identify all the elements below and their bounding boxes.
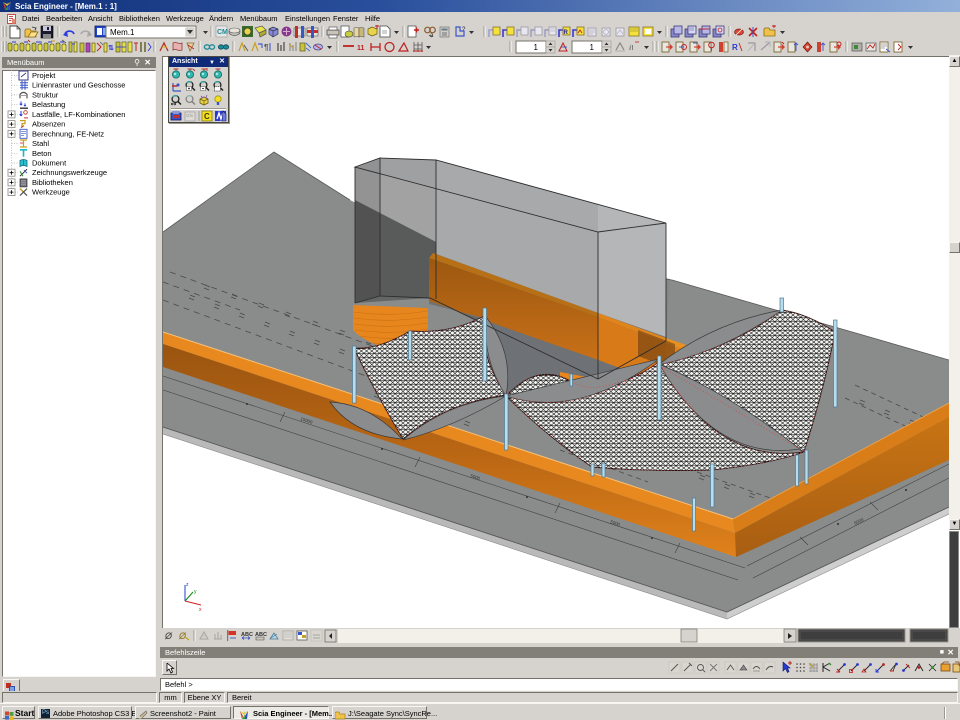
svg-text:Beton: Beton (32, 149, 52, 158)
svg-text:Linienraster und Geschosse: Linienraster und Geschosse (32, 81, 125, 90)
svg-text:ⅈⅠ: ⅈⅠ (629, 44, 634, 52)
svg-text:Stahl: Stahl (32, 139, 49, 148)
svg-text:Bibliotheken: Bibliotheken (32, 178, 73, 187)
svg-text:y: y (194, 589, 197, 595)
svg-text:Projekt: Projekt (32, 71, 56, 80)
svg-text:Belastung: Belastung (32, 100, 65, 109)
svg-text:Werkzeuge: Werkzeuge (32, 188, 70, 197)
svg-text:11: 11 (357, 45, 365, 52)
svg-text:Absenzen: Absenzen (32, 120, 65, 129)
svg-text:Zeichnungswerkzeuge: Zeichnungswerkzeuge (32, 168, 107, 177)
svg-text:a: a (430, 33, 434, 39)
svg-text:R: R (564, 30, 569, 36)
svg-text:x: x (199, 607, 202, 613)
svg-text:¶: ¶ (264, 43, 269, 52)
svg-text:?: ? (462, 27, 466, 33)
svg-text:CM: CM (217, 29, 228, 36)
svg-text:Lastfälle, LF-Kombinationen: Lastfälle, LF-Kombinationen (32, 110, 125, 119)
svg-text:Berechnung, FE-Netz: Berechnung, FE-Netz (32, 129, 104, 138)
svg-text:Gfx: Gfx (186, 113, 194, 118)
svg-text:⇅: ⇅ (108, 44, 114, 52)
svg-text:Dokument: Dokument (32, 159, 67, 168)
svg-text:Mem.1: Mem.1 (110, 28, 135, 37)
svg-text:z: z (186, 582, 189, 588)
svg-text:1: 1 (590, 43, 595, 52)
svg-text:C: C (204, 112, 210, 121)
svg-text:R: R (732, 43, 738, 52)
svg-text:Ø: Ø (178, 631, 187, 641)
svg-text:Struktur: Struktur (32, 90, 59, 99)
svg-text:Ø: Ø (164, 631, 173, 641)
svg-text:1: 1 (534, 43, 539, 52)
